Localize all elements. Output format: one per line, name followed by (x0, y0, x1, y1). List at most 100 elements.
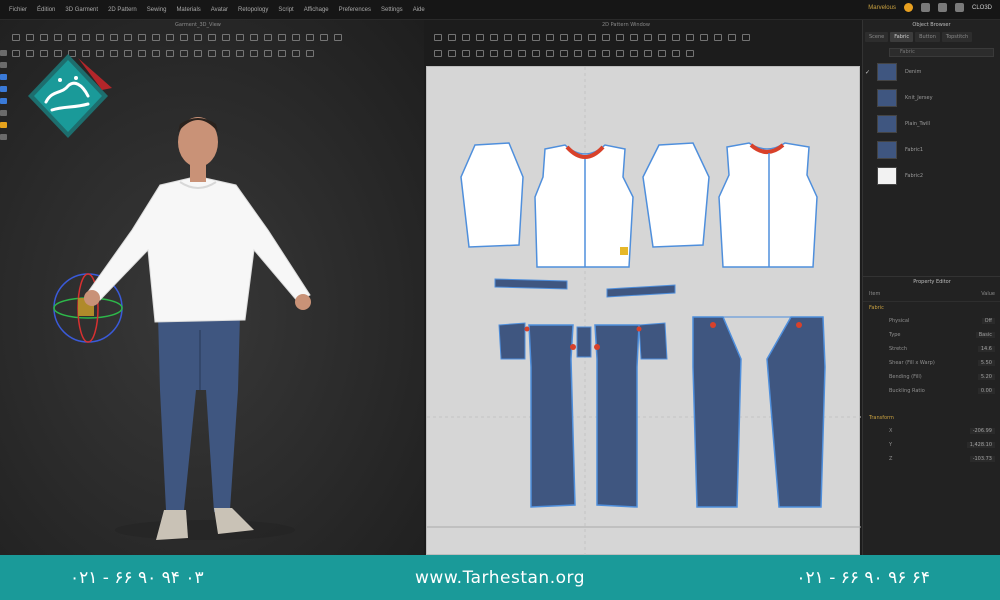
camera-icon[interactable] (264, 34, 272, 41)
tab-topstitch[interactable]: Topstitch (941, 32, 973, 42)
menu-help[interactable]: Aide (408, 7, 430, 13)
pattern-export-icon[interactable] (686, 50, 694, 57)
fabric-swatch[interactable] (877, 89, 897, 107)
select-icon[interactable] (12, 34, 20, 41)
pattern-sew-icon[interactable] (560, 34, 568, 41)
fabric-swatch[interactable] (877, 141, 897, 159)
pattern-redo-icon[interactable] (672, 50, 680, 57)
tab-button[interactable]: Button (915, 32, 940, 42)
pattern-grid-icon[interactable] (728, 34, 736, 41)
pattern-texture-icon[interactable] (602, 34, 610, 41)
menu-avatar[interactable]: Avatar (206, 7, 233, 13)
pattern-layer-icon[interactable] (602, 50, 610, 57)
section-transform[interactable]: Transform (863, 412, 1000, 424)
pin-icon[interactable] (54, 34, 62, 41)
pattern-point-icon[interactable] (476, 34, 484, 41)
tack-icon[interactable] (68, 34, 76, 41)
mesh-icon[interactable] (0, 134, 7, 140)
texture-icon[interactable] (208, 50, 216, 57)
pattern-layout-icon[interactable] (714, 34, 722, 41)
fabric-item[interactable]: Fabric2 (877, 167, 1000, 185)
pattern-show-icon[interactable] (644, 50, 652, 57)
play-icon[interactable] (222, 34, 230, 41)
pattern-edit-icon[interactable] (448, 34, 456, 41)
user-name[interactable]: CLO3D (972, 5, 992, 11)
pattern-line-icon[interactable] (434, 50, 442, 57)
notification-icon[interactable] (920, 3, 930, 12)
menu-display[interactable]: Affichage (299, 7, 334, 13)
pattern-button-icon[interactable] (630, 34, 638, 41)
fabric-swatch[interactable] (877, 167, 897, 185)
cloud-icon[interactable] (903, 3, 913, 12)
pattern-grain-icon[interactable] (616, 34, 624, 41)
hide-icon[interactable] (264, 50, 272, 57)
property-value[interactable]: -206.99 (969, 428, 995, 434)
pattern-notch-icon[interactable] (546, 34, 554, 41)
pattern-zip-icon[interactable] (644, 34, 652, 41)
grid-icon[interactable] (306, 34, 314, 41)
viewport-3d[interactable]: Garment_3D_View (0, 20, 424, 555)
pattern-topstitch-icon[interactable] (658, 34, 666, 41)
property-value[interactable]: 1,428.10 (966, 442, 995, 448)
pattern-hide-icon[interactable] (630, 50, 638, 57)
pattern-transform-icon[interactable] (462, 34, 470, 41)
fabric-item[interactable]: Fabric1 (877, 141, 1000, 159)
reset-icon[interactable] (292, 50, 300, 57)
pattern-spline-icon[interactable] (448, 50, 456, 57)
view-side-icon[interactable] (0, 98, 7, 104)
shirring-icon[interactable] (194, 34, 202, 41)
light-icon[interactable] (292, 34, 300, 41)
section-fabric[interactable]: Fabric (863, 302, 1000, 314)
menu-retopology[interactable]: Retopology (233, 7, 273, 13)
pattern-lock-icon[interactable] (616, 50, 624, 57)
rotate-icon[interactable] (138, 50, 146, 57)
property-value[interactable]: 14.6 (977, 346, 995, 352)
move-icon[interactable] (26, 34, 34, 41)
pattern-merge-icon[interactable] (504, 50, 512, 57)
pattern-mirror-icon[interactable] (700, 34, 708, 41)
render-icon[interactable] (278, 34, 286, 41)
layer-icon[interactable] (222, 50, 230, 57)
graphic-icon[interactable] (194, 50, 202, 57)
website-link[interactable]: www.Tarhestan.org (415, 568, 585, 588)
tab-scene[interactable]: Scene (865, 32, 889, 42)
property-value[interactable]: -103.73 (969, 456, 995, 462)
pattern-select-icon[interactable] (434, 34, 442, 41)
tab-fabric[interactable]: Fabric (890, 32, 914, 42)
scissors-icon[interactable] (110, 34, 118, 41)
pattern-circle-icon[interactable] (518, 34, 526, 41)
phone-number-left[interactable]: ۰۲۱ - ۶۶ ۹۰ ۹۴ ۰۳ (70, 568, 204, 588)
pattern-cut-icon[interactable] (476, 50, 484, 57)
pose-icon[interactable] (334, 34, 342, 41)
zip-icon[interactable] (124, 34, 132, 41)
avatar-icon[interactable] (320, 34, 328, 41)
phone-number-right[interactable]: ۰۲۱ - ۶۶ ۹۰ ۹۶ ۶۴ (796, 568, 930, 588)
pattern-undo-icon[interactable] (658, 50, 666, 57)
menu-script[interactable]: Script (273, 7, 298, 13)
view-top-icon[interactable] (0, 110, 7, 116)
fabric-swatch[interactable] (877, 63, 897, 81)
menu-preferences[interactable]: Preferences (334, 7, 376, 13)
pattern-graphic-icon[interactable] (560, 50, 568, 57)
pattern-offset-icon[interactable] (462, 50, 470, 57)
gizmo-icon[interactable] (0, 62, 7, 68)
pattern-rect-icon[interactable] (504, 34, 512, 41)
pattern-curve-icon[interactable] (490, 34, 498, 41)
fabric-item[interactable]: Plain_Twill (877, 115, 1000, 133)
pattern-unfold-icon[interactable] (490, 50, 498, 57)
undo-icon[interactable] (306, 50, 314, 57)
offset-icon[interactable] (166, 50, 174, 57)
fabric-item[interactable]: ✓ Denim (865, 63, 1000, 81)
property-value[interactable]: Off (981, 318, 995, 324)
settings-icon[interactable] (937, 3, 947, 12)
property-value[interactable]: 0.00 (977, 388, 995, 394)
mirror-icon[interactable] (124, 50, 132, 57)
pattern-freesew-icon[interactable] (574, 34, 582, 41)
pattern-pieces[interactable] (427, 67, 861, 556)
show-icon[interactable] (278, 50, 286, 57)
fold-icon[interactable] (40, 34, 48, 41)
scale-icon[interactable] (152, 50, 160, 57)
user-icon[interactable] (954, 3, 964, 12)
menu-sewing[interactable]: Sewing (142, 7, 172, 13)
property-value[interactable]: Basic (975, 332, 995, 338)
